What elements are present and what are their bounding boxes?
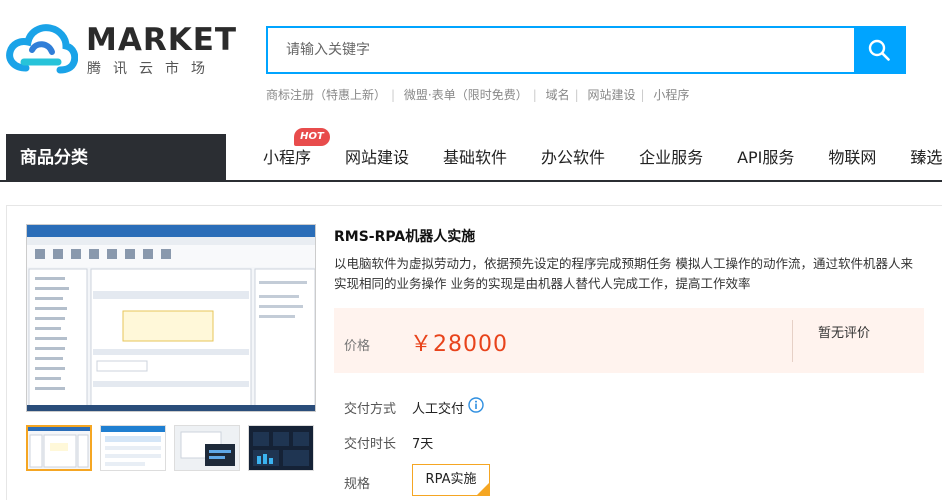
delivery-duration-value: 7天: [412, 437, 434, 452]
thumbnail-4[interactable]: [248, 425, 314, 471]
nav-item-label: 基础软件: [443, 148, 508, 167]
delivery-method-label: 交付方式: [344, 402, 397, 417]
hotlink-item[interactable]: 小程序: [653, 88, 689, 102]
nav-item-mini-program[interactable]: 小程序 HOT: [246, 128, 330, 182]
nav-item-label: 小程序: [263, 148, 312, 167]
nav-item-label: 企业服务: [639, 148, 704, 167]
thumbnail-image: [101, 426, 165, 470]
cloud-logo-icon: [6, 24, 78, 74]
nav-item-office-software[interactable]: 办公软件: [524, 134, 622, 182]
nav-item-basic-software[interactable]: 基础软件: [426, 134, 524, 182]
nav-item-label: API服务: [737, 148, 795, 167]
hot-search-links: 商标注册（特惠上新） | 微盟·表单（限时免费） | 域名 | 网站建设 | 小程序: [266, 86, 689, 103]
logo-subtitle: 腾讯云市场: [87, 61, 217, 77]
nav-item-label: 臻选: [910, 148, 942, 167]
thumbnail-2[interactable]: [100, 425, 166, 471]
product-thumbnails: [26, 425, 314, 471]
product-screenshot-image: [27, 225, 315, 411]
hotlink-item[interactable]: 域名: [546, 88, 570, 102]
delivery-method-value: 人工交付: [412, 402, 465, 417]
hotlink-item[interactable]: 网站建设: [587, 88, 635, 102]
separator: |: [640, 88, 645, 102]
hotlink-item[interactable]: 商标注册（特惠上新）: [266, 88, 386, 102]
search-button[interactable]: [854, 28, 904, 72]
product-title: RMS-RPA机器人实施: [334, 229, 476, 245]
price-value: ￥28000: [410, 332, 508, 357]
spec-label: 规格: [344, 477, 371, 492]
divider: [792, 320, 793, 362]
thumbnail-image: [249, 426, 313, 470]
thumbnail-1[interactable]: [26, 425, 92, 471]
nav-item-label: 办公软件: [541, 148, 606, 167]
thumbnail-image: [175, 426, 239, 470]
hotlink-item[interactable]: 微盟·表单（限时免费）: [404, 88, 528, 102]
search-input[interactable]: [268, 28, 854, 72]
separator: |: [532, 88, 537, 102]
spec-option-label: RPA实施: [425, 472, 477, 487]
nav-item-selected[interactable]: 臻选: [893, 134, 942, 182]
nav-item-website[interactable]: 网站建设: [328, 134, 426, 182]
market-logo[interactable]: MARKET 腾讯云市场: [6, 22, 236, 82]
search-bar: [266, 26, 906, 74]
selected-corner-icon: [477, 483, 489, 495]
search-icon: [868, 39, 890, 61]
separator: |: [391, 88, 396, 102]
rating-text[interactable]: 暂无评价: [818, 322, 870, 341]
price-panel: 价格 ￥28000 暂无评价: [334, 308, 924, 373]
nav-item-enterprise[interactable]: 企业服务: [622, 134, 720, 182]
nav-item-api[interactable]: API服务: [720, 134, 811, 182]
delivery-duration-label: 交付时长: [344, 437, 397, 452]
main-nav: 商品分类 小程序 HOT 网站建设 基础软件 办公软件 企业服务 API服务 物…: [0, 128, 942, 182]
nav-item-label: 物联网: [828, 148, 877, 167]
thumbnail-3[interactable]: [174, 425, 240, 471]
product-description: 以电脑软件为虚拟劳动力，依据预先设定的程序完成预期任务 模拟人工操作的动作流，通…: [334, 256, 913, 291]
info-icon[interactable]: [468, 397, 484, 413]
category-menu-button[interactable]: 商品分类: [6, 134, 226, 182]
thumbnail-image: [28, 427, 90, 469]
nav-item-label: 网站建设: [345, 148, 410, 167]
spec-option-rpa[interactable]: RPA实施: [412, 464, 490, 496]
product-main-image: [26, 224, 316, 412]
nav-items: 小程序 HOT 网站建设 基础软件 办公软件 企业服务 API服务 物联网 臻选: [246, 128, 942, 182]
logo-name: MARKET: [86, 22, 238, 58]
hot-badge: HOT: [294, 128, 330, 146]
separator: |: [574, 88, 579, 102]
nav-item-iot[interactable]: 物联网: [811, 134, 893, 182]
price-label: 价格: [344, 339, 371, 354]
